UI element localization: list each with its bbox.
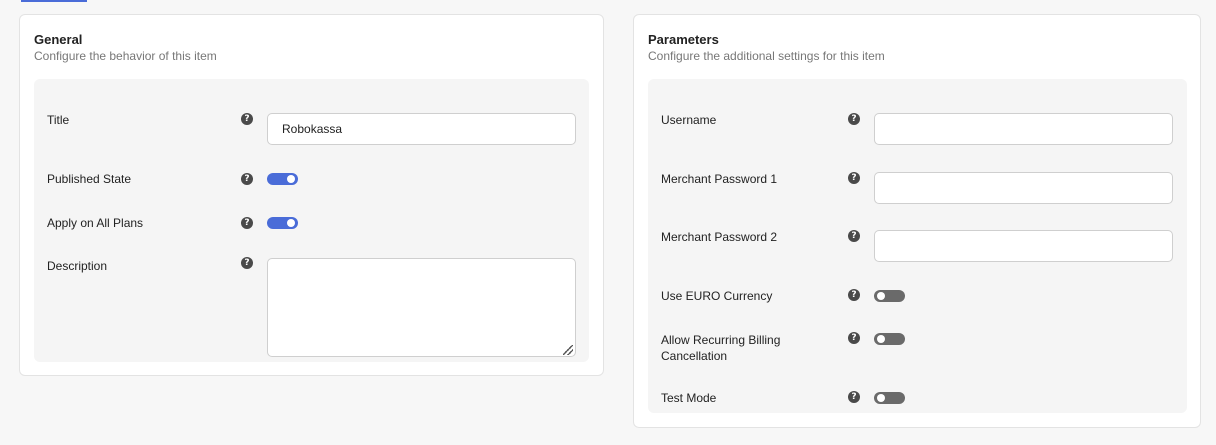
general-header: General Configure the behavior of this i… <box>34 32 217 64</box>
question-circle-icon[interactable]: ? <box>241 173 253 185</box>
recurring-billing-label-line2: Cancellation <box>661 349 728 363</box>
active-tab-indicator <box>21 0 87 2</box>
question-circle-icon[interactable]: ? <box>848 172 860 184</box>
test-mode-toggle[interactable] <box>874 392 905 404</box>
resize-handle-icon[interactable] <box>563 345 573 355</box>
question-circle-icon[interactable]: ? <box>241 113 253 125</box>
question-circle-icon[interactable]: ? <box>848 391 860 403</box>
parameters-header: Parameters Configure the additional sett… <box>648 32 885 64</box>
toggle-knob <box>287 219 295 227</box>
question-circle-icon[interactable]: ? <box>848 113 860 125</box>
title-input[interactable] <box>267 113 576 145</box>
merchant-password-1-label: Merchant Password 1 <box>661 172 778 186</box>
merchant-password-1-input[interactable] <box>874 172 1173 204</box>
question-circle-icon[interactable]: ? <box>241 257 253 269</box>
title-label: Title <box>47 113 70 127</box>
recurring-billing-toggle[interactable] <box>874 333 905 345</box>
apply-all-plans-label: Apply on All Plans <box>47 216 144 230</box>
description-textarea[interactable] <box>267 258 576 357</box>
question-circle-icon[interactable]: ? <box>848 230 860 242</box>
general-title: General <box>34 32 83 47</box>
username-input[interactable] <box>874 113 1173 145</box>
toggle-knob <box>877 292 885 300</box>
username-label: Username <box>661 113 717 127</box>
parameters-subtitle: Configure the additional settings for th… <box>648 49 885 63</box>
parameters-title: Parameters <box>648 32 719 47</box>
published-state-toggle[interactable] <box>267 173 298 185</box>
merchant-password-2-input[interactable] <box>874 230 1173 262</box>
parameters-panel: Parameters Configure the additional sett… <box>633 14 1201 428</box>
question-circle-icon[interactable]: ? <box>241 217 253 229</box>
general-fields: Title ? Published State ? Apply on All P… <box>34 79 589 362</box>
toggle-knob <box>877 335 885 343</box>
description-label: Description <box>47 259 108 273</box>
general-subtitle: Configure the behavior of this item <box>34 49 217 63</box>
apply-all-plans-toggle[interactable] <box>267 217 298 229</box>
published-state-label: Published State <box>47 172 132 186</box>
euro-currency-label: Use EURO Currency <box>661 289 773 303</box>
toggle-knob <box>287 175 295 183</box>
question-circle-icon[interactable]: ? <box>848 289 860 301</box>
parameters-fields: Username ? Merchant Password 1 ? Merchan… <box>648 79 1187 413</box>
euro-currency-toggle[interactable] <box>874 290 905 302</box>
question-circle-icon[interactable]: ? <box>848 332 860 344</box>
toggle-knob <box>877 394 885 402</box>
merchant-password-2-label: Merchant Password 2 <box>661 230 778 244</box>
general-panel: General Configure the behavior of this i… <box>19 14 604 376</box>
test-mode-label: Test Mode <box>661 391 717 405</box>
